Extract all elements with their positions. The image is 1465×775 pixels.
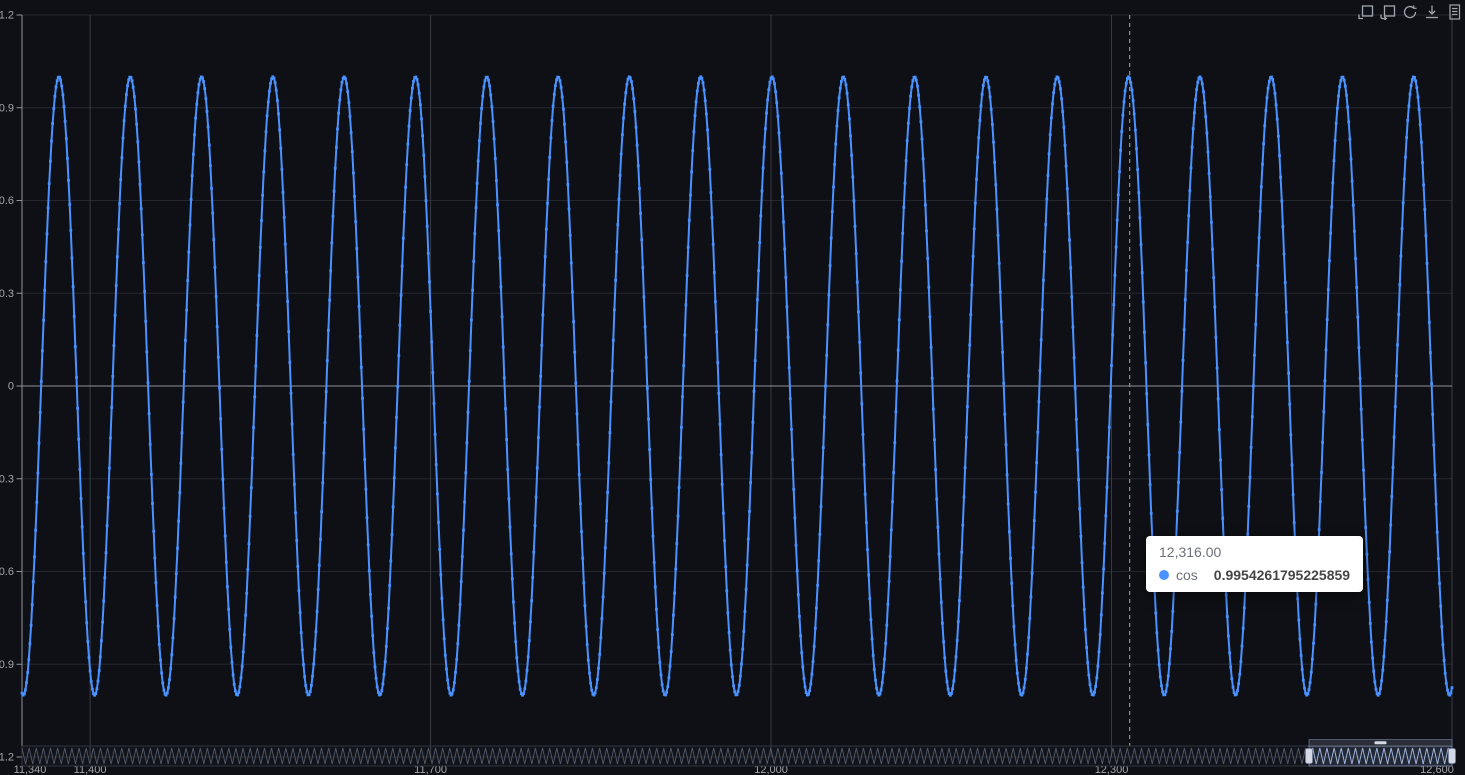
y-axis-ticks	[16, 14, 22, 758]
tooltip-series-value: 0.9954261795225859	[1213, 567, 1351, 583]
y-axis-label: 0.9	[0, 102, 14, 114]
series-marker-dot	[1159, 570, 1169, 580]
chart-canvas[interactable]: 1.20.90.60.30-0.3-0.6-0.9-1.211,34011,40…	[0, 0, 1465, 775]
y-axis-label: -0.9	[0, 659, 14, 671]
tooltip-series-row: cos 0.9954261795225859	[1159, 568, 1350, 582]
datazoom-right-handle[interactable]	[1448, 748, 1456, 764]
y-axis-label: 1.2	[0, 10, 14, 22]
y-axis-label: 0.6	[0, 195, 14, 207]
tooltip-x-value: 12,316.00	[1159, 544, 1222, 560]
zoom-select-icon[interactable]	[1358, 4, 1374, 20]
datazoom-slider[interactable]	[21, 739, 1456, 767]
zoom-reset-icon[interactable]	[1380, 4, 1396, 20]
y-axis-label: 0	[8, 381, 14, 393]
datazoom-move-grip[interactable]	[1374, 741, 1387, 745]
y-axis-label: -1.2	[0, 752, 14, 764]
restore-icon[interactable]	[1402, 4, 1418, 20]
y-axis-label: 0.3	[0, 288, 14, 300]
datazoom-left-handle[interactable]	[1305, 748, 1313, 764]
tooltip: 12,316.00 cos 0.9954261795225859	[1146, 536, 1364, 592]
tooltip-series-name: cos	[1176, 567, 1198, 583]
save-image-icon[interactable]	[1424, 4, 1440, 20]
toolbox	[1358, 4, 1462, 20]
y-axis-labels: 1.2 0.9 0.6 0.3 0 -0.3 -0.6 -0.9 -1.2	[0, 10, 14, 764]
y-axis-label: -0.6	[0, 566, 14, 578]
data-view-icon[interactable]	[1446, 4, 1462, 20]
y-axis-label: -0.3	[0, 473, 14, 485]
chart: 1.20.90.60.30-0.3-0.6-0.9-1.211,34011,40…	[0, 0, 1465, 775]
